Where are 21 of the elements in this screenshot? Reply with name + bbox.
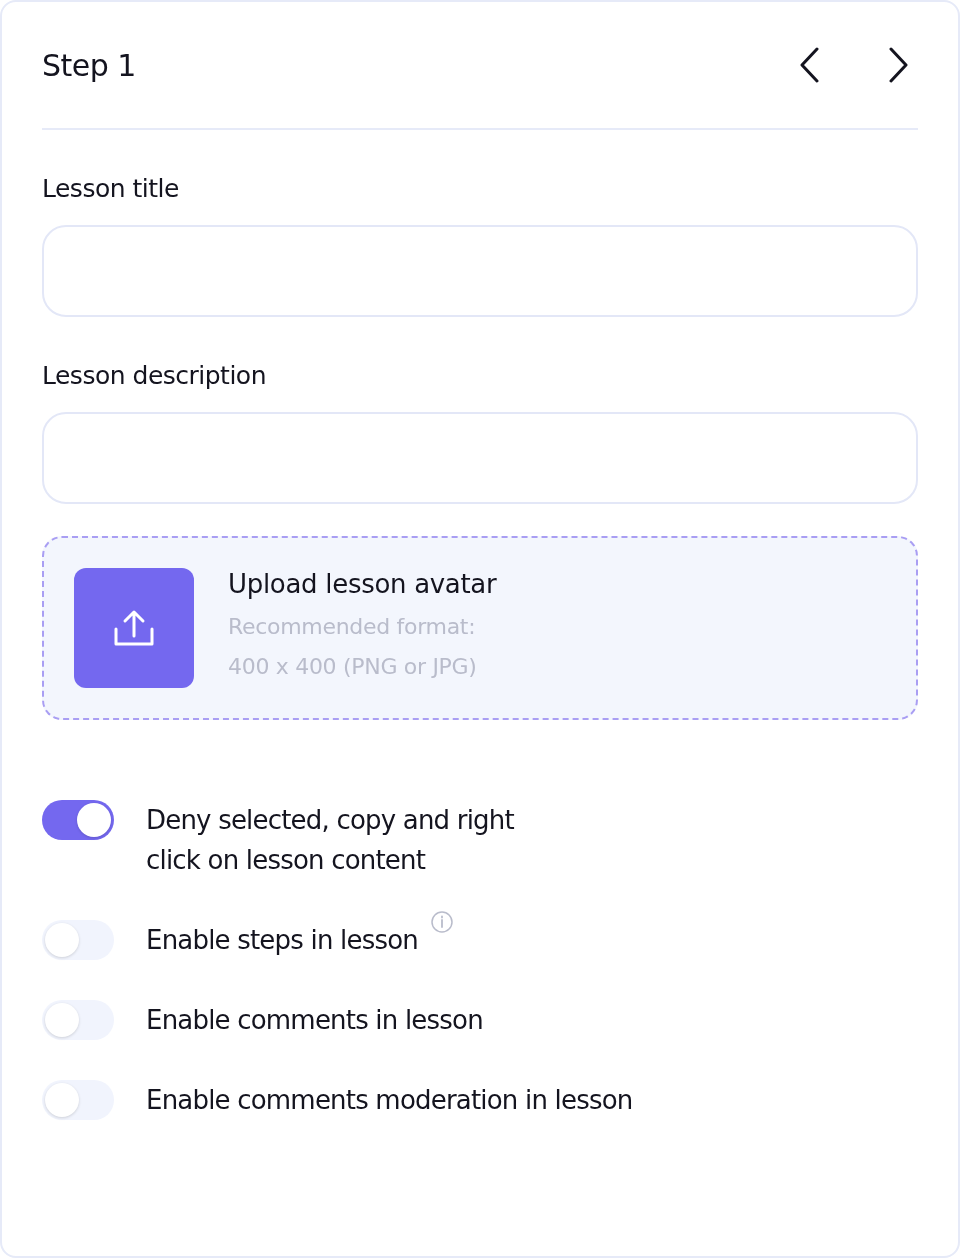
field-label: Lesson description	[42, 361, 267, 390]
toggle-label: Enable steps in lesson	[146, 924, 418, 957]
toggle-switch[interactable]	[42, 920, 114, 960]
toggle-switch[interactable]	[42, 800, 114, 840]
field-label: Lesson title	[42, 174, 180, 203]
upload-button[interactable]	[74, 568, 194, 688]
toggle-label: click on lesson content	[146, 844, 427, 877]
input-field[interactable]	[42, 412, 918, 504]
toggle-switch[interactable]	[42, 1080, 114, 1120]
upload-title: Upload lesson avatar	[228, 569, 497, 599]
toggle-label: Deny selected, copy and right	[146, 804, 514, 837]
toggle-label: Enable comments in lesson	[146, 1004, 483, 1037]
upload-area[interactable]: Upload lesson avatar Recommended format: 400 x 400 (PNG or JPG)	[42, 536, 918, 720]
upload-hint: Recommended format:	[228, 613, 477, 641]
toggle-label: Enable comments moderation in lesson	[146, 1084, 633, 1117]
step-title: Step 1	[42, 47, 136, 83]
upload-hint: 400 x 400 (PNG or JPG)	[228, 653, 478, 681]
input-field[interactable]	[42, 225, 918, 317]
info-icon	[429, 910, 454, 934]
toggle-switch[interactable]	[42, 1000, 114, 1040]
upload-icon	[114, 609, 154, 647]
